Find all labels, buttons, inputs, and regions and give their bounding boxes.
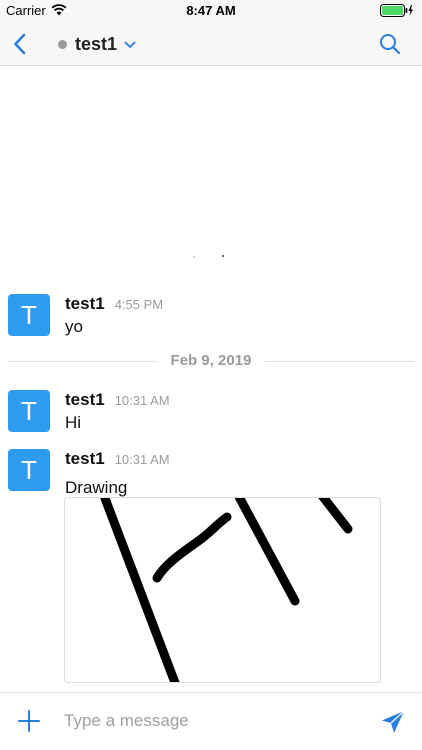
attachment-title[interactable]: Drawing xyxy=(65,478,127,498)
avatar[interactable]: T xyxy=(8,294,50,336)
chevron-down-icon xyxy=(124,41,136,48)
message-sender[interactable]: test1 xyxy=(65,294,105,314)
back-button[interactable] xyxy=(8,30,36,58)
battery-charging-icon xyxy=(380,4,413,17)
message-input[interactable] xyxy=(64,707,364,735)
date-divider-label: Feb 9, 2019 xyxy=(156,352,266,369)
search-button[interactable] xyxy=(378,32,402,56)
message-sender[interactable]: test1 xyxy=(65,390,105,410)
send-button[interactable] xyxy=(380,709,406,735)
message-text: yo xyxy=(65,317,83,336)
message-time: 10:31 AM xyxy=(114,393,170,408)
message-composer xyxy=(0,692,422,750)
presence-status-dot xyxy=(58,39,67,49)
message-text: Hi xyxy=(65,413,82,432)
room-title-button[interactable]: test1 xyxy=(58,32,136,56)
message-sender[interactable]: test1 xyxy=(65,449,105,469)
add-attachment-button[interactable] xyxy=(18,710,40,732)
message-time: 10:31 AM xyxy=(114,452,170,467)
divider-line xyxy=(265,361,414,362)
status-bar: Carrier 8:47 AM xyxy=(0,0,422,22)
date-divider: Feb 9, 2019 xyxy=(8,352,414,370)
message-time: 4:55 PM xyxy=(114,297,164,312)
drawing-image[interactable] xyxy=(64,497,381,683)
room-title: test1 xyxy=(75,33,118,54)
chat-header: test1 xyxy=(0,22,422,66)
message-item[interactable]: T test1 10:31 AM Hi xyxy=(8,390,414,436)
message-item[interactable]: T test1 4:55 PM yo xyxy=(8,294,414,340)
avatar[interactable]: T xyxy=(8,449,50,491)
loading-indicator xyxy=(193,255,224,258)
status-time: 8:47 AM xyxy=(186,3,236,18)
avatar[interactable]: T xyxy=(8,390,50,432)
